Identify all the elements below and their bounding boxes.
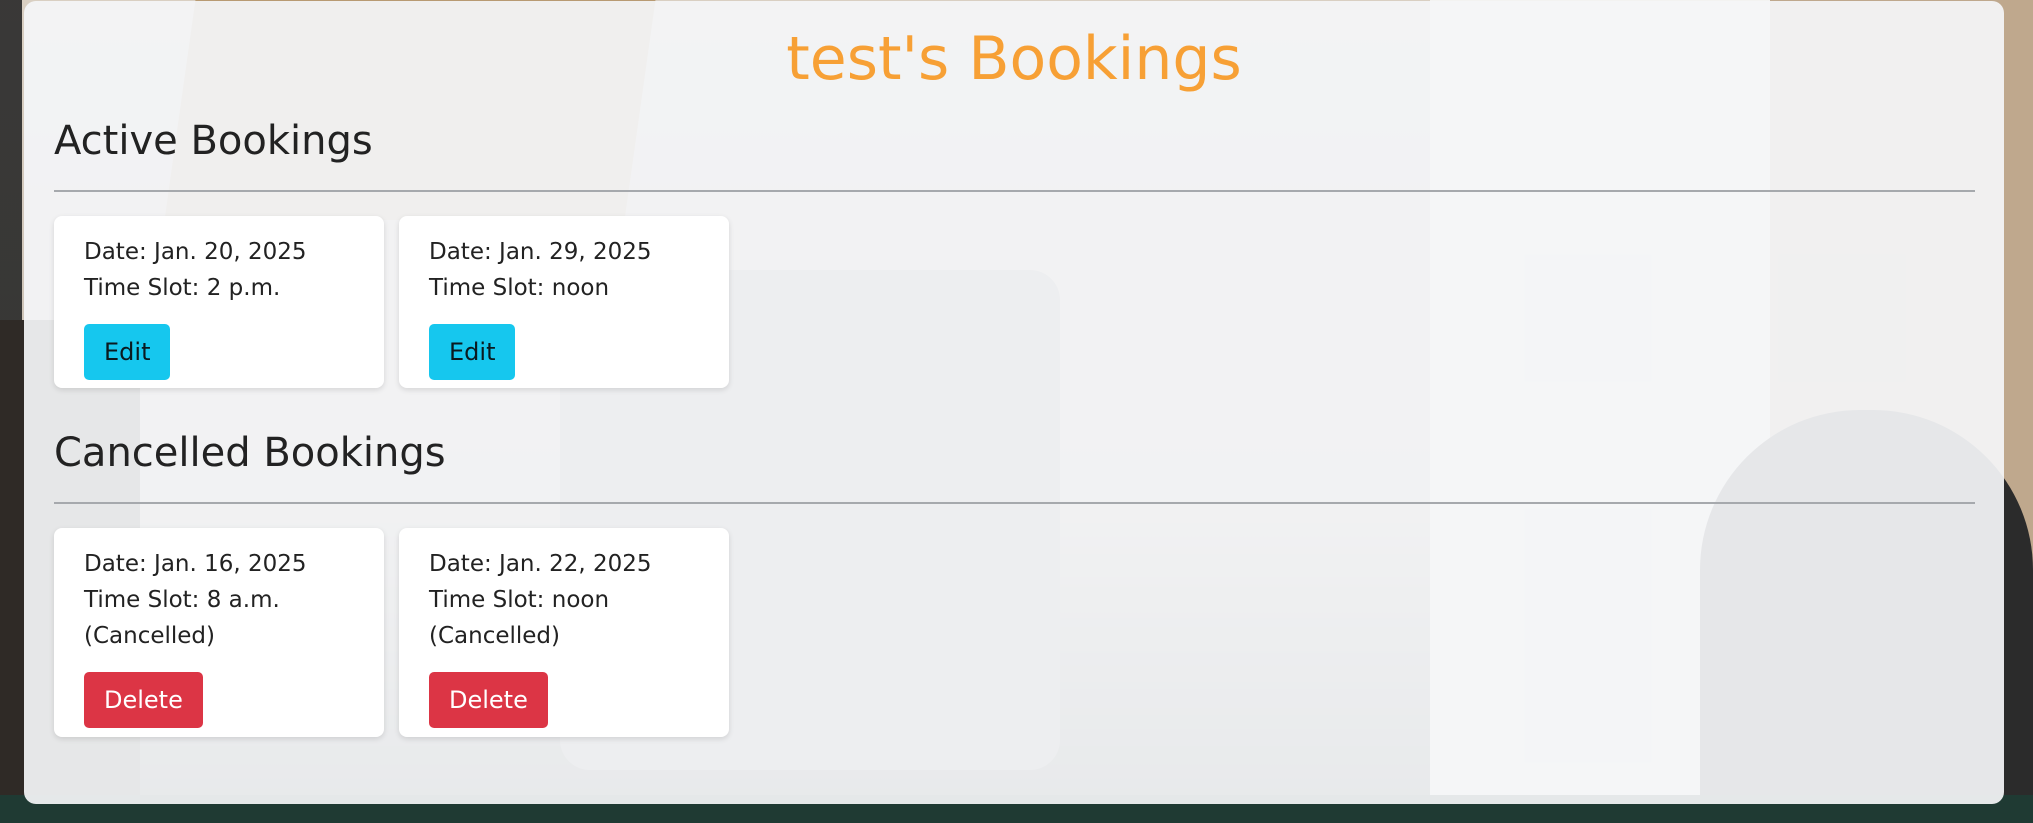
booking-date: Date: Jan. 20, 2025 — [84, 239, 307, 265]
booking-date: Date: Jan. 29, 2025 — [429, 239, 652, 265]
page-title: test's Bookings — [786, 24, 1242, 94]
booking-card-active: Date: Jan. 20, 2025 Time Slot: 2 p.m. Ed… — [54, 216, 384, 388]
booking-status: (Cancelled) — [84, 623, 216, 649]
cancelled-divider — [54, 502, 1975, 504]
active-divider — [54, 190, 1975, 192]
cancelled-bookings-heading: Cancelled Bookings — [54, 430, 446, 476]
booking-date: Date: Jan. 16, 2025 — [84, 551, 307, 577]
booking-card-cancelled: Date: Jan. 16, 2025 Time Slot: 8 a.m. (C… — [54, 528, 384, 737]
booking-time-slot: Time Slot: noon — [429, 275, 610, 301]
booking-date: Date: Jan. 22, 2025 — [429, 551, 652, 577]
bookings-panel: test's Bookings Active Bookings Date: Ja… — [24, 1, 2004, 804]
booking-card-cancelled: Date: Jan. 22, 2025 Time Slot: noon (Can… — [399, 528, 729, 737]
booking-time-slot: Time Slot: 2 p.m. — [84, 275, 281, 301]
booking-status: (Cancelled) — [429, 623, 561, 649]
delete-button[interactable]: Delete — [429, 672, 548, 728]
delete-button[interactable]: Delete — [84, 672, 203, 728]
edit-button[interactable]: Edit — [84, 324, 171, 380]
edit-button[interactable]: Edit — [429, 324, 516, 380]
booking-time-slot: Time Slot: noon — [429, 587, 610, 613]
booking-card-active: Date: Jan. 29, 2025 Time Slot: noon Edit — [399, 216, 729, 388]
booking-time-slot: Time Slot: 8 a.m. — [84, 587, 280, 613]
active-bookings-heading: Active Bookings — [54, 118, 373, 164]
